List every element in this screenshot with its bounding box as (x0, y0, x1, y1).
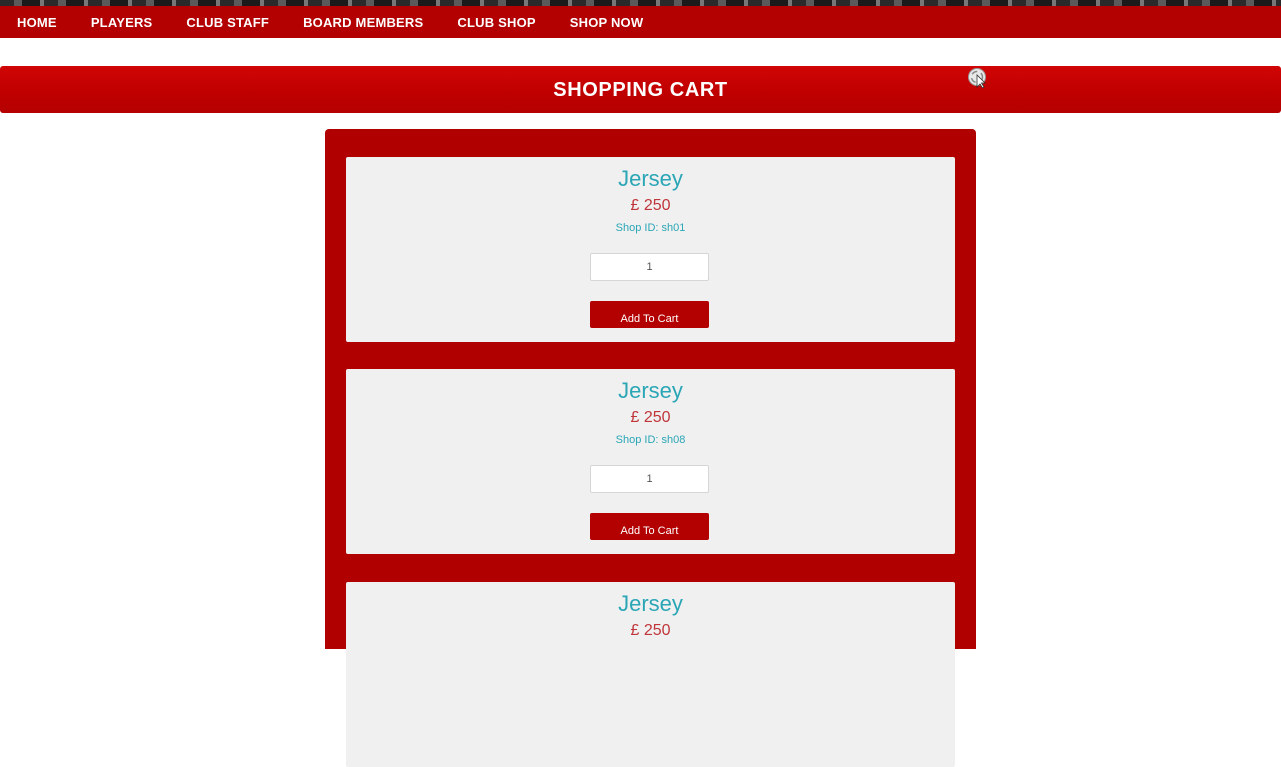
quantity-input[interactable] (590, 253, 709, 281)
product-name: Jersey (618, 591, 683, 616)
product-card: Jersey £ 250 (346, 582, 955, 767)
product-shop-id: Shop ID: sh08 (615, 434, 686, 446)
product-name: Jersey (618, 166, 683, 191)
nav-item-board-members[interactable]: BOARD MEMBERS (303, 15, 423, 30)
add-to-cart-button[interactable]: Add To Cart (590, 301, 709, 328)
nav-item-shop-now[interactable]: SHOP NOW (570, 15, 644, 30)
nav-item-club-shop[interactable]: CLUB SHOP (457, 15, 535, 30)
nav-item-players[interactable]: PLAYERS (91, 15, 153, 30)
product-price: £ 250 (630, 197, 671, 214)
main-navbar: HOME PLAYERS CLUB STAFF BOARD MEMBERS CL… (0, 6, 1281, 38)
product-name: Jersey (618, 378, 683, 403)
product-card: Jersey £ 250 Shop ID: sh08 Add To Cart (346, 369, 955, 554)
page-title: SHOPPING CART (553, 78, 728, 101)
quantity-input[interactable] (590, 465, 709, 493)
cursor-loading-icon (968, 68, 986, 89)
product-card: Jersey £ 250 Shop ID: sh01 Add To Cart (346, 157, 955, 342)
page-header-banner: SHOPPING CART (0, 66, 1281, 113)
product-price: £ 250 (630, 622, 671, 639)
nav-item-home[interactable]: HOME (17, 15, 57, 30)
cart-container: Jersey £ 250 Shop ID: sh01 Add To Cart J… (325, 129, 976, 767)
product-price: £ 250 (630, 409, 671, 426)
product-shop-id: Shop ID: sh01 (615, 222, 686, 234)
nav-item-club-staff[interactable]: CLUB STAFF (186, 15, 269, 30)
add-to-cart-button[interactable]: Add To Cart (590, 513, 709, 540)
